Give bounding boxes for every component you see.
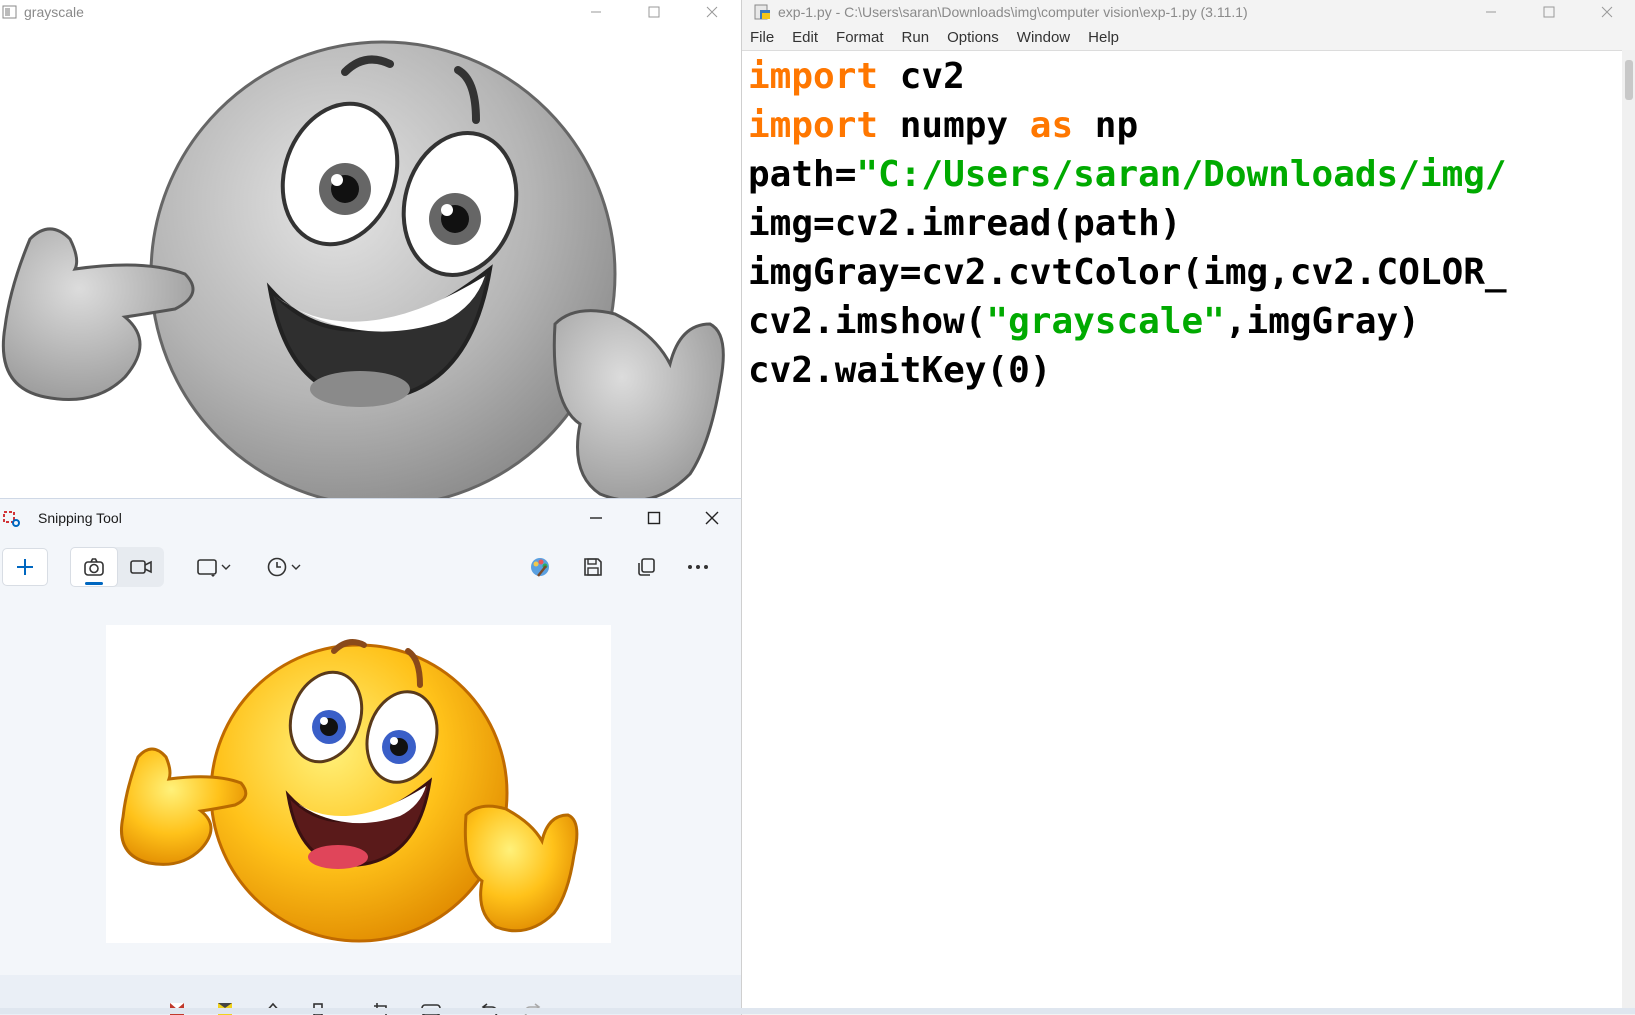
minimize-button[interactable] bbox=[567, 0, 625, 24]
copy-button[interactable] bbox=[626, 549, 666, 585]
code-line-2: import numpy as np bbox=[748, 105, 1139, 146]
menu-help[interactable]: Help bbox=[1088, 29, 1119, 46]
paint-icon bbox=[531, 558, 549, 577]
code-line-1: import cv2 bbox=[748, 56, 965, 97]
menu-bar: File Edit Format Run Options Window Help bbox=[742, 24, 1635, 51]
grayscale-window: grayscale bbox=[0, 0, 741, 498]
minimize-icon bbox=[1486, 11, 1496, 13]
taskbar-edge bbox=[0, 1008, 1635, 1014]
close-button[interactable] bbox=[683, 0, 741, 24]
right-hand bbox=[552, 309, 725, 498]
more-options-button[interactable] bbox=[678, 549, 718, 585]
maximize-button[interactable] bbox=[1520, 0, 1578, 24]
timer-icon bbox=[267, 557, 301, 577]
minimize-button[interactable] bbox=[1462, 0, 1520, 24]
save-button[interactable] bbox=[573, 549, 613, 585]
vertical-scrollbar[interactable] bbox=[1622, 50, 1635, 1014]
screenshot-mode-button[interactable] bbox=[70, 547, 118, 587]
face bbox=[149, 40, 617, 498]
window-title: exp-1.py - C:\Users\saran\Downloads\img\… bbox=[778, 4, 1248, 20]
minimize-icon bbox=[591, 11, 601, 13]
code-line-4: img=cv2.imread(path) bbox=[748, 203, 1182, 244]
snip-preview-area bbox=[0, 597, 741, 975]
captured-image bbox=[106, 625, 611, 943]
app-icon bbox=[2, 5, 17, 19]
video-mode-button[interactable] bbox=[118, 548, 164, 586]
camera-icon bbox=[84, 558, 104, 576]
maximize-button[interactable] bbox=[625, 0, 683, 24]
right-hand bbox=[463, 804, 579, 933]
rectangle-mode-icon bbox=[197, 559, 231, 577]
save-icon bbox=[584, 558, 602, 576]
scrollbar-thumb[interactable] bbox=[1625, 60, 1633, 100]
video-icon bbox=[130, 560, 152, 574]
menu-file[interactable]: File bbox=[750, 29, 774, 46]
window-title: grayscale bbox=[24, 4, 84, 20]
close-button[interactable] bbox=[1578, 0, 1635, 24]
minimize-icon bbox=[590, 517, 602, 519]
menu-format[interactable]: Format bbox=[836, 29, 884, 46]
copy-icon bbox=[638, 558, 655, 576]
maximize-icon bbox=[1543, 6, 1555, 18]
edit-in-paint-button[interactable] bbox=[520, 549, 560, 585]
maximize-button[interactable] bbox=[625, 499, 683, 537]
code-line-5: imgGray=cv2.cvtColor(img,cv2.COLOR_ bbox=[748, 252, 1507, 293]
close-icon bbox=[1601, 6, 1613, 18]
idle-editor-window: exp-1.py - C:\Users\saran\Downloads\img\… bbox=[741, 0, 1635, 1014]
code-line-3: path="C:/Users/saran/Downloads/img/ bbox=[748, 154, 1507, 195]
window-title: Snipping Tool bbox=[38, 510, 122, 526]
snip-mode-dropdown[interactable] bbox=[192, 549, 236, 585]
menu-options[interactable]: Options bbox=[947, 29, 999, 46]
delay-dropdown[interactable] bbox=[262, 549, 306, 585]
snipping-tool-window: Snipping Tool bbox=[0, 498, 742, 1015]
close-icon bbox=[705, 511, 719, 525]
more-icon bbox=[688, 565, 708, 569]
new-snip-button[interactable] bbox=[2, 548, 48, 586]
plus-icon bbox=[17, 559, 33, 575]
menu-window[interactable]: Window bbox=[1017, 29, 1070, 46]
grayscale-image bbox=[1, 40, 725, 498]
minimize-button[interactable] bbox=[567, 499, 625, 537]
snipping-toolbar bbox=[0, 539, 741, 595]
code-line-6: cv2.imshow("grayscale",imgGray) bbox=[748, 301, 1420, 342]
code-editor[interactable]: import cv2 import numpy as np path="C:/Use… bbox=[748, 52, 1622, 1006]
close-icon bbox=[706, 6, 718, 18]
snipping-tool-app-icon bbox=[3, 511, 20, 527]
mode-toggle bbox=[70, 547, 164, 587]
maximize-icon bbox=[648, 6, 660, 18]
python-file-icon bbox=[754, 4, 770, 20]
maximize-icon bbox=[647, 511, 661, 525]
menu-edit[interactable]: Edit bbox=[792, 29, 818, 46]
code-line-7: cv2.waitKey(0) bbox=[748, 350, 1052, 391]
menu-run[interactable]: Run bbox=[902, 29, 930, 46]
close-button[interactable] bbox=[683, 499, 741, 537]
